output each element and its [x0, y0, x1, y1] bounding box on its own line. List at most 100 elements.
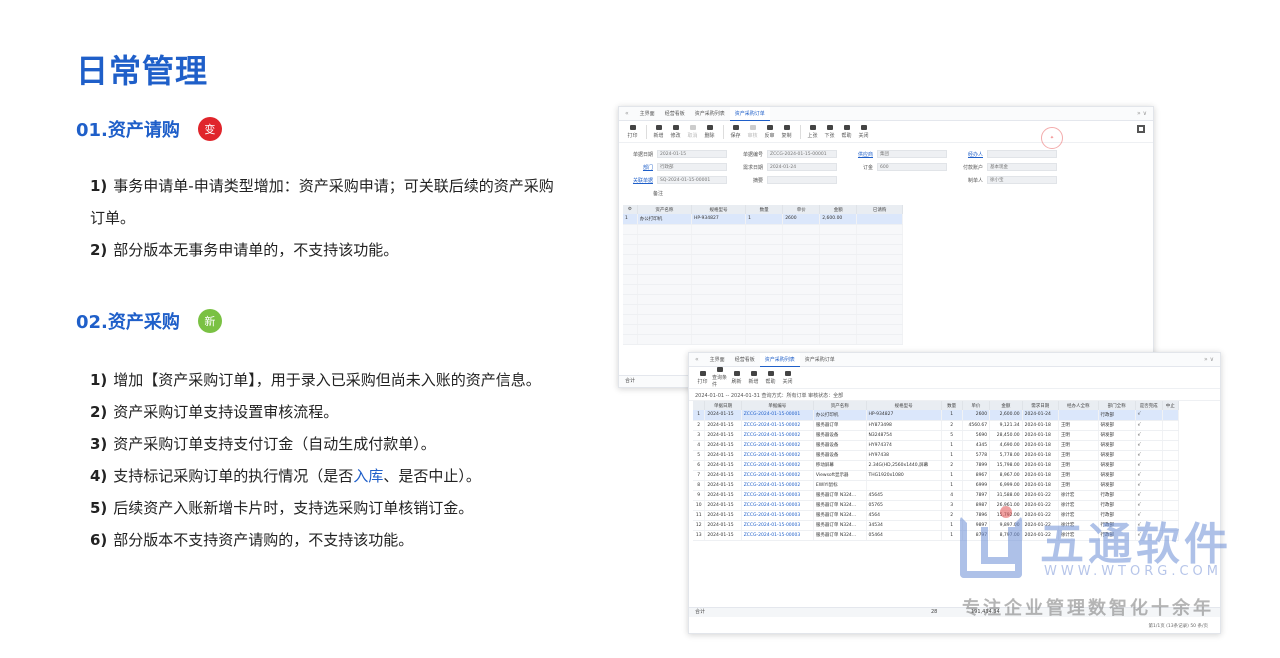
tab-home[interactable]: 主界面 [705, 353, 730, 367]
table-cell: √ [1135, 430, 1163, 441]
empty-cell [637, 254, 692, 265]
pagination[interactable]: 第1/1页 (13条记录) 50 条/页 [1148, 623, 1208, 629]
column-header[interactable]: 金额 [989, 401, 1023, 410]
chevron-right-icon[interactable]: » ∨ [1137, 110, 1147, 117]
table-cell: ZCCG-2024-01-15-00002 [741, 460, 814, 471]
remark-label: 备注 [652, 190, 663, 197]
chevron-left-icon[interactable]: « [625, 110, 629, 117]
tab-home[interactable]: 主界面 [635, 107, 660, 121]
column-header[interactable]: 部门全称 [1098, 401, 1136, 410]
column-header[interactable]: 单据编号 [741, 401, 814, 410]
tab-purchase-list[interactable]: 资产采购列表 [690, 107, 730, 121]
column-header[interactable]: 经办人全称 [1058, 401, 1099, 410]
toolbar-icon [672, 124, 679, 130]
table-row[interactable]: 2 2024-01-15 ZCCG-2024-01-15-00002 服务器订单 HY8… [693, 420, 1180, 431]
toolbar-button-1[interactable]: 新增 [651, 124, 666, 139]
toolbar-button-12[interactable]: 关闭 [856, 124, 871, 139]
toolbar-button-5[interactable]: 关闭 [780, 370, 795, 385]
table-cell: 1 [745, 214, 784, 225]
toolbar-button-8[interactable]: 复制 [779, 124, 794, 139]
field-label[interactable]: 部门 [627, 164, 653, 171]
form-row: 部门 行政部 需求日期 2024-01-24 订金 600 付款账户 基本现金 [627, 161, 1145, 173]
field-input[interactable]: 600 [877, 163, 947, 171]
table-row[interactable]: 5 2024-01-15 ZCCG-2024-01-15-00002 服务器设备 HY9… [693, 450, 1180, 461]
table-row[interactable]: 8 2024-01-15 ZCCG-2024-01-15-00002 EWIYI鼠标 1… [693, 480, 1180, 491]
table-cell: √ [1135, 470, 1163, 481]
table-row[interactable]: 3 2024-01-15 ZCCG-2024-01-15-00002 服务器设备 N32… [693, 430, 1180, 441]
tab-purchase-list[interactable]: 资产采购列表 [759, 353, 800, 367]
settings-icon[interactable]: ⚙ [623, 205, 638, 214]
table-row[interactable]: 6 2024-01-15 ZCCG-2024-01-15-00002 移动屏幕 2.34… [693, 460, 1180, 471]
toolbar-button-0[interactable]: 打印 [695, 370, 710, 385]
table-row[interactable]: 1 办公打印机 HP-934827 1 2600 2,600.00 [623, 214, 903, 225]
column-header[interactable]: 需求日期 [1022, 401, 1059, 410]
form-field: 需求日期 2024-01-24 [737, 163, 847, 171]
table-cell: 8987 [962, 500, 991, 511]
logo-mark-icon [960, 516, 1022, 578]
toolbar-button-2[interactable]: 刷新 [729, 370, 744, 385]
table-row[interactable]: 7 2024-01-15 ZCCG-2024-01-15-00002 Viewsoft… [693, 470, 1180, 481]
field-label[interactable]: 关联单据 [627, 177, 653, 184]
tab-purchase-order[interactable]: 资产采购订单 [800, 353, 840, 367]
field-input[interactable] [987, 150, 1057, 158]
column-header[interactable]: 已请购 [856, 205, 903, 214]
field-input[interactable]: 行政部 [657, 163, 727, 171]
field-label[interactable]: 供应商 [847, 151, 873, 158]
table-cell: N3248754 [866, 430, 942, 441]
table-cell: 4345 [962, 440, 991, 451]
field-input[interactable]: 2024-01-15 [657, 150, 727, 158]
field-input[interactable]: ZCCG-2024-01-15-00001 [767, 150, 837, 158]
column-header[interactable]: 是否完成 [1135, 401, 1163, 410]
toolbar-button-4[interactable]: 帮助 [763, 370, 778, 385]
section-title: 01.资产请购 [76, 120, 180, 141]
table-cell: HP-934827 [866, 410, 942, 421]
toolbar-button-1[interactable]: 查询条件 [712, 367, 727, 388]
column-header[interactable]: 资产名称 [637, 205, 692, 214]
column-header[interactable]: 单价 [962, 401, 991, 410]
table-row[interactable]: 1 2024-01-15 ZCCG-2024-01-15-00001 办公打印机 HP-… [693, 410, 1180, 421]
toolbar-button-9[interactable]: 上张 [805, 124, 820, 139]
toolbar-icon [699, 370, 706, 376]
tab-dashboard[interactable]: 经营看板 [730, 353, 760, 367]
empty-cell [637, 324, 692, 335]
field-input[interactable]: SQ-2024-01-15-00001 [657, 176, 727, 184]
field-label[interactable]: 经办人 [957, 151, 983, 158]
column-header[interactable]: 金额 [819, 205, 858, 214]
chevron-left-icon[interactable]: « [695, 356, 699, 363]
column-header[interactable]: 中止 [1162, 401, 1180, 410]
toolbar-button-11[interactable]: 帮助 [839, 124, 854, 139]
toolbar-button-3[interactable]: 取消 [685, 124, 700, 139]
tab-dashboard[interactable]: 经营看板 [660, 107, 690, 121]
column-header[interactable]: 规格型号 [866, 401, 942, 410]
field-input[interactable]: 集团 [877, 150, 947, 158]
table-row[interactable]: 4 2024-01-15 ZCCG-2024-01-15-00002 服务器设备 HY9… [693, 440, 1180, 451]
column-header[interactable]: 规格型号 [691, 205, 747, 214]
column-header[interactable]: 数量 [745, 205, 784, 214]
column-header[interactable]: 单价 [782, 205, 821, 214]
toolbar-button-5[interactable]: 保存 [728, 124, 743, 139]
toolbar-button-3[interactable]: 新增 [746, 370, 761, 385]
empty-cell [819, 264, 858, 275]
qr-code-icon[interactable] [1137, 125, 1145, 133]
toolbar-button-4[interactable]: 删除 [702, 124, 717, 139]
field-input[interactable]: 基本现金 [987, 163, 1057, 171]
column-header[interactable]: 单据日期 [704, 401, 742, 410]
tab-purchase-order[interactable]: 资产采购订单 [729, 107, 770, 121]
column-header[interactable]: 资产名称 [813, 401, 867, 410]
field-input[interactable]: 2024-01-24 [767, 163, 837, 171]
toolbar-button-6[interactable]: 审核 [745, 124, 760, 139]
table-cell: 服务器订单 N324... [813, 520, 867, 531]
table-row[interactable]: 9 2024-01-15 ZCCG-2024-01-15-00003 服务器订单 N3… [693, 490, 1180, 501]
column-header[interactable] [693, 401, 706, 410]
toolbar-button-10[interactable]: 下张 [822, 124, 837, 139]
toolbar-icon [689, 124, 696, 130]
chevron-right-icon[interactable]: » ∨ [1204, 356, 1214, 363]
table-cell: 2024-01-22 [1022, 490, 1059, 501]
toolbar-button-0[interactable]: 打印 [625, 124, 640, 139]
toolbar-button-7[interactable]: 反审 [762, 124, 777, 139]
table-cell: 1 [941, 480, 963, 491]
field-input[interactable] [767, 176, 837, 184]
field-input[interactable]: 徐小宝 [987, 176, 1057, 184]
column-header[interactable]: 数量 [941, 401, 963, 410]
toolbar-button-2[interactable]: 修改 [668, 124, 683, 139]
